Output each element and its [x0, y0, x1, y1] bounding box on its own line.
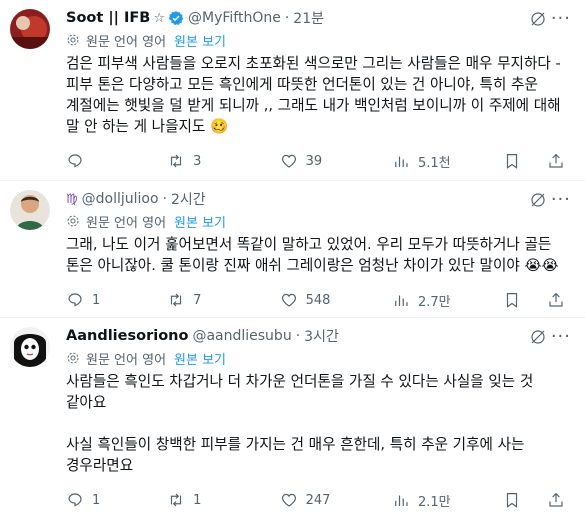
retweet-count: 7	[193, 292, 202, 308]
translation-bar: 원문 언어 영어 원본 보기	[66, 29, 573, 51]
reply-button[interactable]: 1	[66, 291, 167, 309]
action-bar: 3 39 5.1천	[66, 143, 573, 183]
avatar[interactable]	[10, 9, 50, 49]
like-button[interactable]: 247	[280, 491, 392, 509]
grok-icon[interactable]	[529, 191, 547, 213]
share-button[interactable]	[547, 291, 573, 309]
bookmark-icon	[506, 493, 518, 508]
retweet-count: 1	[193, 492, 202, 508]
user-handle[interactable]: @MyFifthOne	[188, 10, 281, 26]
share-icon	[549, 153, 563, 168]
display-name[interactable]: Aandliesoriono	[66, 328, 188, 344]
tweet-text: 사람들은 흑인도 차갑거나 더 차가운 언더톤을 가질 수 있다는 사실을 잊는…	[66, 373, 534, 474]
user-handle[interactable]: @aandliesubu	[192, 328, 291, 344]
translation-bar: 원문 언어 영어 원본 보기	[66, 210, 573, 232]
share-button[interactable]	[547, 491, 573, 509]
reply-count: 1	[92, 292, 101, 308]
views-button[interactable]: 5.1천	[392, 152, 495, 171]
bookmark-button[interactable]	[503, 152, 529, 170]
bookmark-icon	[506, 293, 518, 308]
retweet-icon	[171, 154, 182, 168]
retweet-button[interactable]: 7	[167, 291, 279, 309]
action-bar: 1 1 247 2.1만	[66, 482, 573, 522]
retweet-icon	[171, 293, 182, 307]
reply-button[interactable]	[66, 152, 167, 170]
verified-badge-icon	[168, 10, 184, 26]
tweet-text: 검은 피부색 사람들을 오로지 초포화된 색으로만 그리는 사람들은 매우 무지…	[66, 55, 566, 135]
translate-gear-icon	[66, 214, 80, 228]
reply-button[interactable]: 1	[66, 491, 167, 509]
heart-icon	[281, 154, 296, 168]
view-count: 2.1만	[417, 494, 451, 510]
translation-bar: 원문 언어 영어 원본 보기	[66, 347, 573, 369]
more-options-icon[interactable]: ···	[551, 326, 571, 347]
action-bar: 1 7 548 2.7만	[66, 282, 573, 322]
grok-icon[interactable]	[529, 10, 547, 32]
avatar[interactable]	[10, 190, 50, 230]
translate-gear-icon	[66, 33, 80, 47]
like-count: 247	[305, 492, 331, 508]
retweet-button[interactable]: 3	[167, 152, 279, 170]
timestamp[interactable]: 2시간	[171, 189, 206, 209]
views-icon	[395, 295, 408, 306]
reply-count: 1	[92, 492, 101, 508]
view-count: 5.1천	[417, 155, 451, 171]
tweet[interactable]: Aandliesoriono @aandliesubu · 3시간 ··· 원문…	[0, 318, 585, 510]
like-button[interactable]: 39	[280, 152, 392, 170]
timestamp[interactable]: 3시간	[304, 326, 339, 346]
display-name[interactable]: Soot || IFB	[66, 10, 150, 26]
heart-icon	[281, 493, 296, 507]
retweet-count: 3	[193, 153, 202, 169]
reply-icon	[68, 154, 82, 168]
translate-label: 원문 언어 영어	[86, 34, 167, 50]
separator-dot: ·	[295, 328, 301, 344]
translate-label: 원문 언어 영어	[86, 352, 167, 368]
more-options-icon[interactable]: ···	[551, 8, 571, 29]
separator-dot: ·	[162, 191, 168, 207]
tweet[interactable]: Soot || IFB ☆ @MyFifthOne · 21분 ··· 원문 언…	[0, 0, 585, 181]
retweet-icon	[171, 493, 182, 507]
views-button[interactable]: 2.7만	[392, 291, 495, 310]
translate-label: 원문 언어 영어	[86, 215, 167, 231]
retweet-button[interactable]: 1	[167, 491, 279, 509]
translate-gear-icon	[66, 351, 80, 365]
share-icon	[549, 292, 563, 307]
like-count: 39	[305, 153, 323, 169]
show-original-link[interactable]: 원본 보기	[174, 31, 226, 50]
reply-icon	[68, 293, 82, 307]
view-count: 2.7만	[417, 294, 451, 310]
tweet-header: Soot || IFB ☆ @MyFifthOne · 21분	[66, 8, 573, 28]
views-button[interactable]: 2.1만	[392, 491, 495, 510]
star-badge: ☆	[153, 10, 165, 26]
heart-icon	[281, 293, 296, 307]
reply-icon	[68, 493, 82, 507]
separator-dot: ·	[284, 10, 290, 26]
avatar[interactable]	[10, 327, 50, 367]
like-button[interactable]: 548	[280, 291, 392, 309]
bookmark-button[interactable]	[503, 291, 529, 309]
tweet-text: 그래, 나도 이거 훑어보면서 똑같이 말하고 있었어. 우리 모두가 따뜻하거…	[66, 236, 559, 274]
show-original-link[interactable]: 원본 보기	[174, 349, 226, 368]
tweet[interactable]: ♍ @dolljulioo · 2시간 ··· 원문 언어 영어 원본 보기 그…	[0, 181, 585, 318]
views-icon	[395, 156, 408, 167]
virgo-badge: ♍	[66, 191, 78, 207]
bookmark-icon	[506, 154, 518, 169]
like-count: 548	[305, 292, 331, 308]
grok-icon[interactable]	[529, 328, 547, 350]
user-handle[interactable]: @dolljulioo	[82, 191, 159, 207]
views-icon	[395, 495, 408, 506]
tweet-header: Aandliesoriono @aandliesubu · 3시간	[66, 326, 573, 346]
show-original-link[interactable]: 원본 보기	[174, 212, 226, 231]
bookmark-button[interactable]	[503, 491, 529, 509]
share-button[interactable]	[547, 152, 573, 170]
timestamp[interactable]: 21분	[293, 8, 324, 28]
share-icon	[549, 492, 563, 507]
tweet-header: ♍ @dolljulioo · 2시간	[66, 189, 573, 209]
more-options-icon[interactable]: ···	[551, 189, 571, 210]
